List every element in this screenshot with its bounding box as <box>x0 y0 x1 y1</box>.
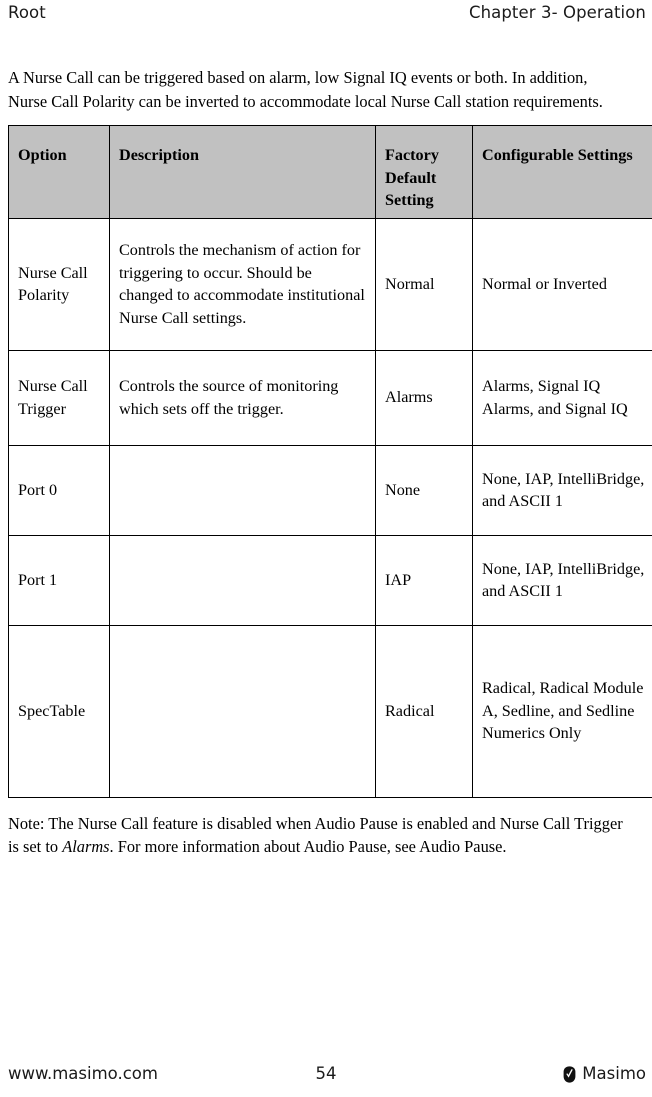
footer-brand: Masimo <box>563 1062 646 1086</box>
header-chapter-label: Chapter 3- Operation <box>468 3 646 22</box>
column-header-description: Description <box>109 125 376 219</box>
intro-paragraph: A Nurse Call can be triggered based on a… <box>8 68 603 111</box>
nurse-call-settings-table: Option Description Factory Default Setti… <box>8 125 652 798</box>
table-body: Nurse Call Polarity Controls the mechani… <box>8 217 652 798</box>
table-row: SpecTable Radical Radical, Radical Modul… <box>8 624 652 798</box>
cell-description: Controls the mechanism of action for tri… <box>109 217 376 351</box>
cell-configurable-settings: Radical, Radical Module A, Sedline, and … <box>472 624 652 798</box>
cell-configurable-settings: Normal or Inverted <box>472 217 652 351</box>
page-content: A Nurse Call can be triggered based on a… <box>8 66 652 859</box>
cell-configurable-settings: Alarms, Signal IQ Alarms, and Signal IQ <box>472 349 652 446</box>
cell-option: Port 1 <box>8 534 110 626</box>
column-header-configurable-settings: Configurable Settings <box>472 125 652 219</box>
table-row: Nurse Call Polarity Controls the mechani… <box>8 217 652 351</box>
cell-option: Nurse Call Trigger <box>8 349 110 446</box>
cell-factory-default: None <box>375 444 473 536</box>
header-left-label: Root <box>8 3 46 22</box>
cell-factory-default: Radical <box>375 624 473 798</box>
cell-option: Port 0 <box>8 444 110 536</box>
cell-description <box>109 534 376 626</box>
page-running-header: Root Chapter 3- Operation <box>0 0 652 30</box>
cell-configurable-settings: None, IAP, IntelliBridge, and ASCII 1 <box>472 444 652 536</box>
cell-factory-default: Normal <box>375 217 473 351</box>
cell-factory-default: Alarms <box>375 349 473 446</box>
cell-description: Controls the source of monitoring which … <box>109 349 376 446</box>
note-text-part2: . For more information about Audio Pause… <box>109 837 507 856</box>
cell-option: SpecTable <box>8 624 110 798</box>
cell-description <box>109 624 376 798</box>
footer-brand-label: Masimo <box>582 1064 646 1083</box>
page-running-footer: www.masimo.com 54 Masimo <box>0 1059 652 1089</box>
document-page: Root Chapter 3- Operation A Nurse Call c… <box>0 0 652 1097</box>
note-emphasis-alarms: Alarms <box>62 837 110 856</box>
note-paragraph: Note: The Nurse Call feature is disabled… <box>8 812 632 859</box>
cell-factory-default: IAP <box>375 534 473 626</box>
footer-website-link[interactable]: www.masimo.com <box>8 1062 158 1086</box>
table-header-row: Option Description Factory Default Setti… <box>8 125 652 219</box>
cell-option: Nurse Call Polarity <box>8 217 110 351</box>
table-row: Nurse Call Trigger Controls the source o… <box>8 349 652 446</box>
table-header: Option Description Factory Default Setti… <box>8 125 652 219</box>
cell-configurable-settings: None, IAP, IntelliBridge, and ASCII 1 <box>472 534 652 626</box>
table-row: Port 1 IAP None, IAP, IntelliBridge, and… <box>8 534 652 626</box>
table-row: Port 0 None None, IAP, IntelliBridge, an… <box>8 444 652 536</box>
masimo-checkmark-icon <box>563 1065 576 1083</box>
column-header-factory-default-setting: Factory Default Setting <box>375 125 473 219</box>
cell-description <box>109 444 376 536</box>
column-header-option: Option <box>8 125 110 219</box>
